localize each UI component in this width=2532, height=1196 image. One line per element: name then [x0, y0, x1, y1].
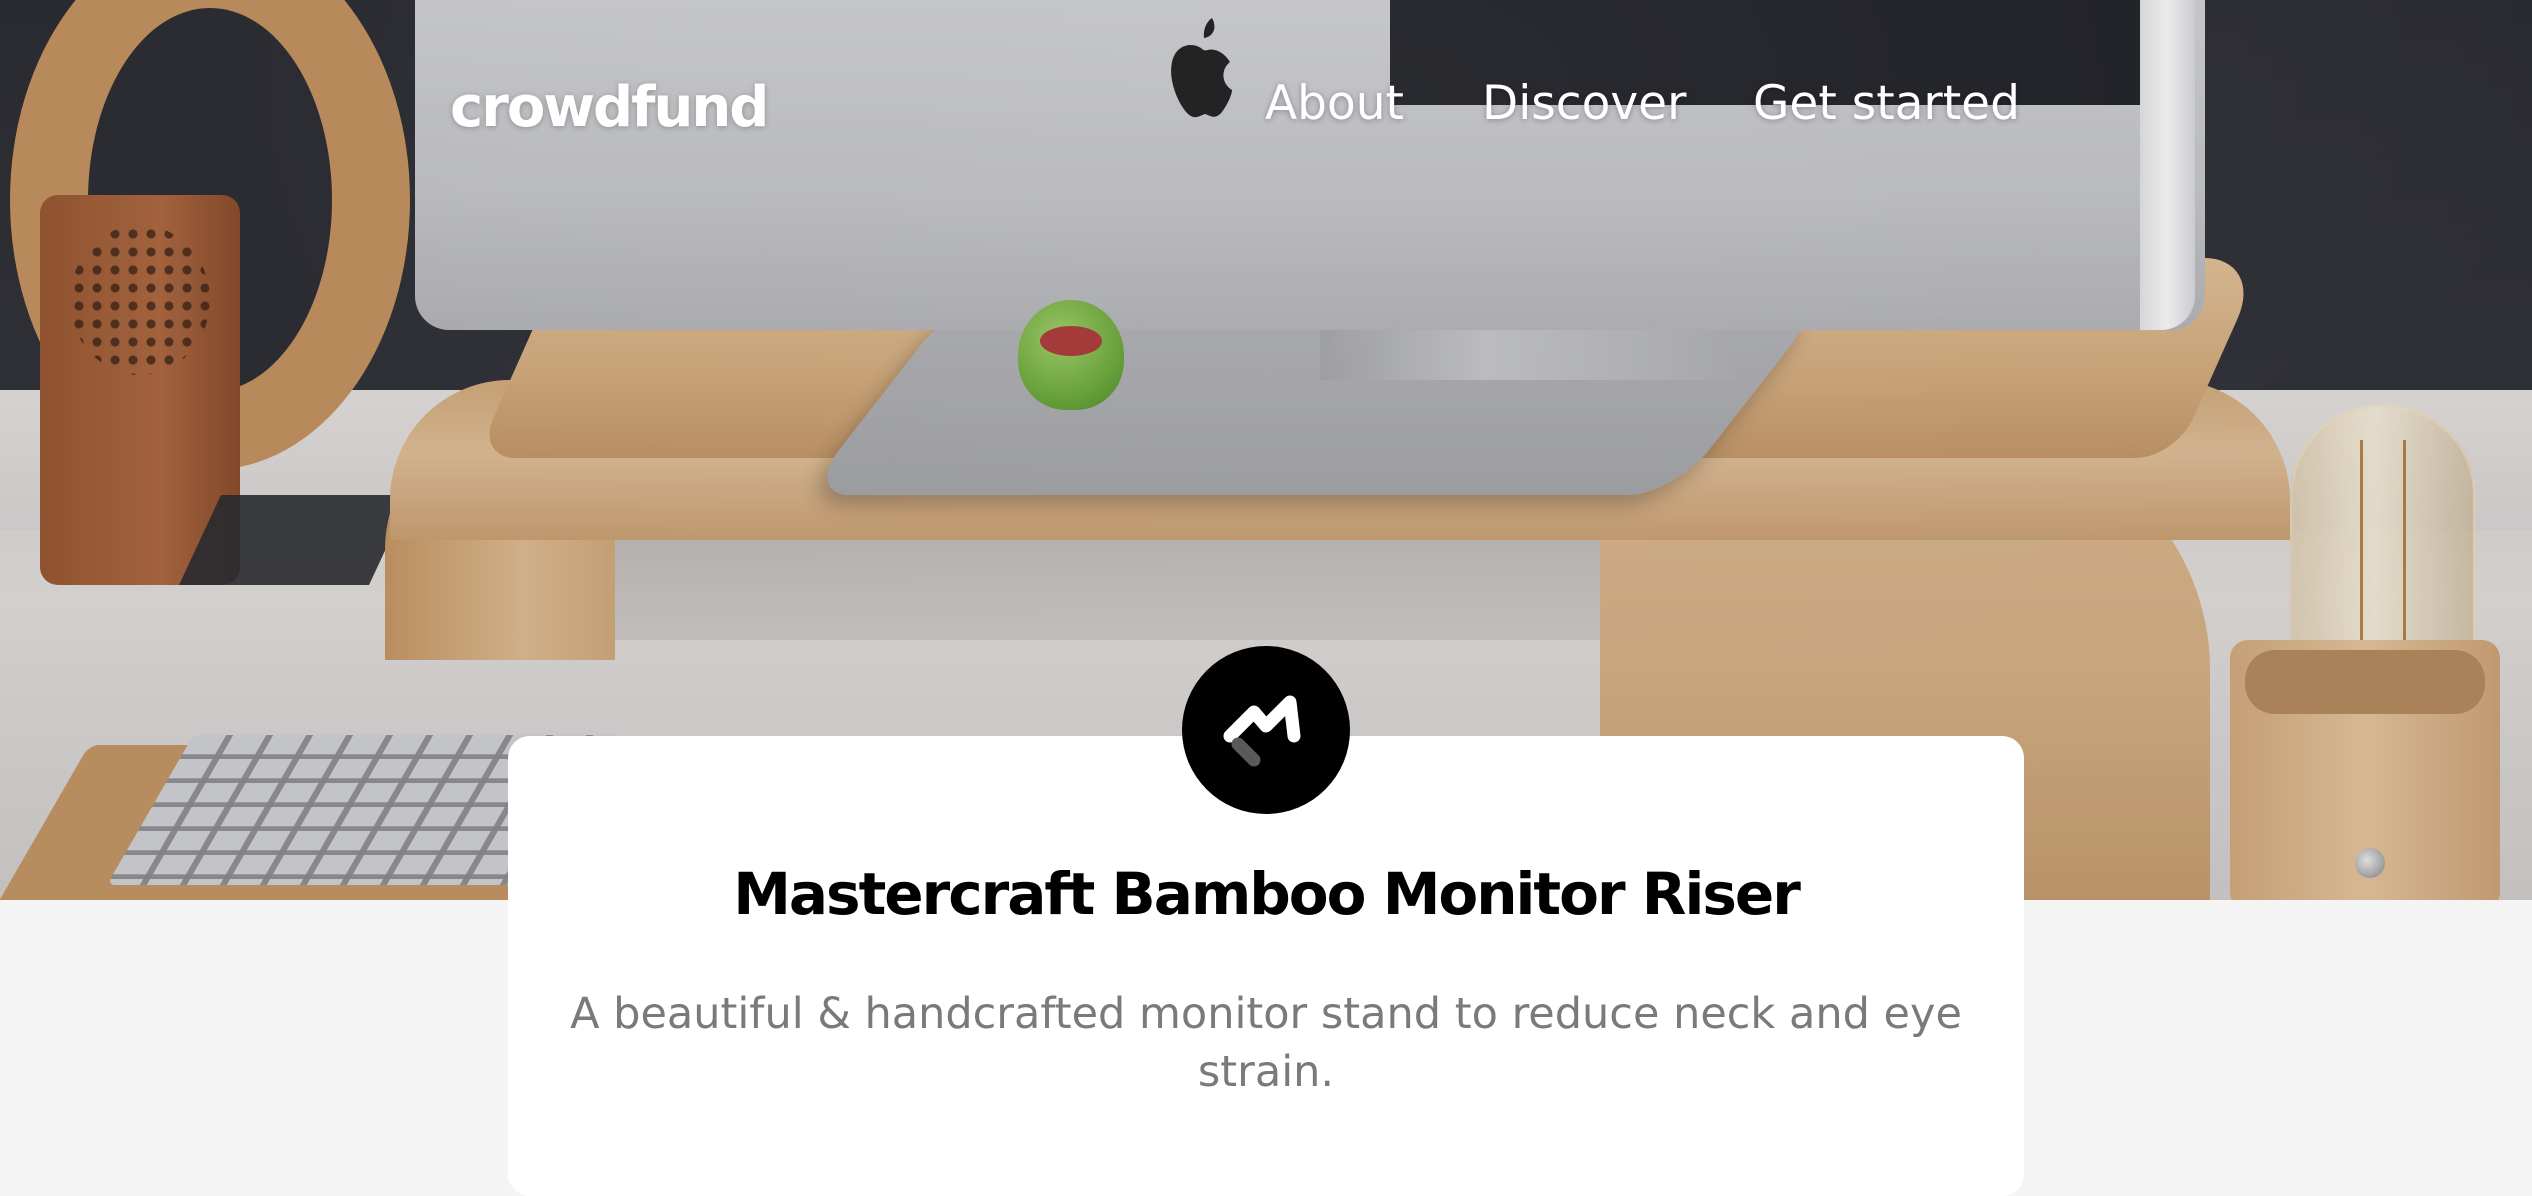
- nav-link-about[interactable]: About: [1265, 76, 1404, 131]
- main-nav: About Discover Get started: [0, 76, 2532, 136]
- project-title: Mastercraft Bamboo Monitor Riser: [733, 860, 1801, 928]
- project-logo-badge: [1182, 646, 1350, 814]
- project-description: A beautiful & handcrafted monitor stand …: [570, 989, 1962, 1097]
- nav-link-discover[interactable]: Discover: [1482, 76, 1686, 131]
- nav-link-get-started[interactable]: Get started: [1753, 76, 2020, 131]
- mastercraft-logo-icon: [1223, 695, 1301, 767]
